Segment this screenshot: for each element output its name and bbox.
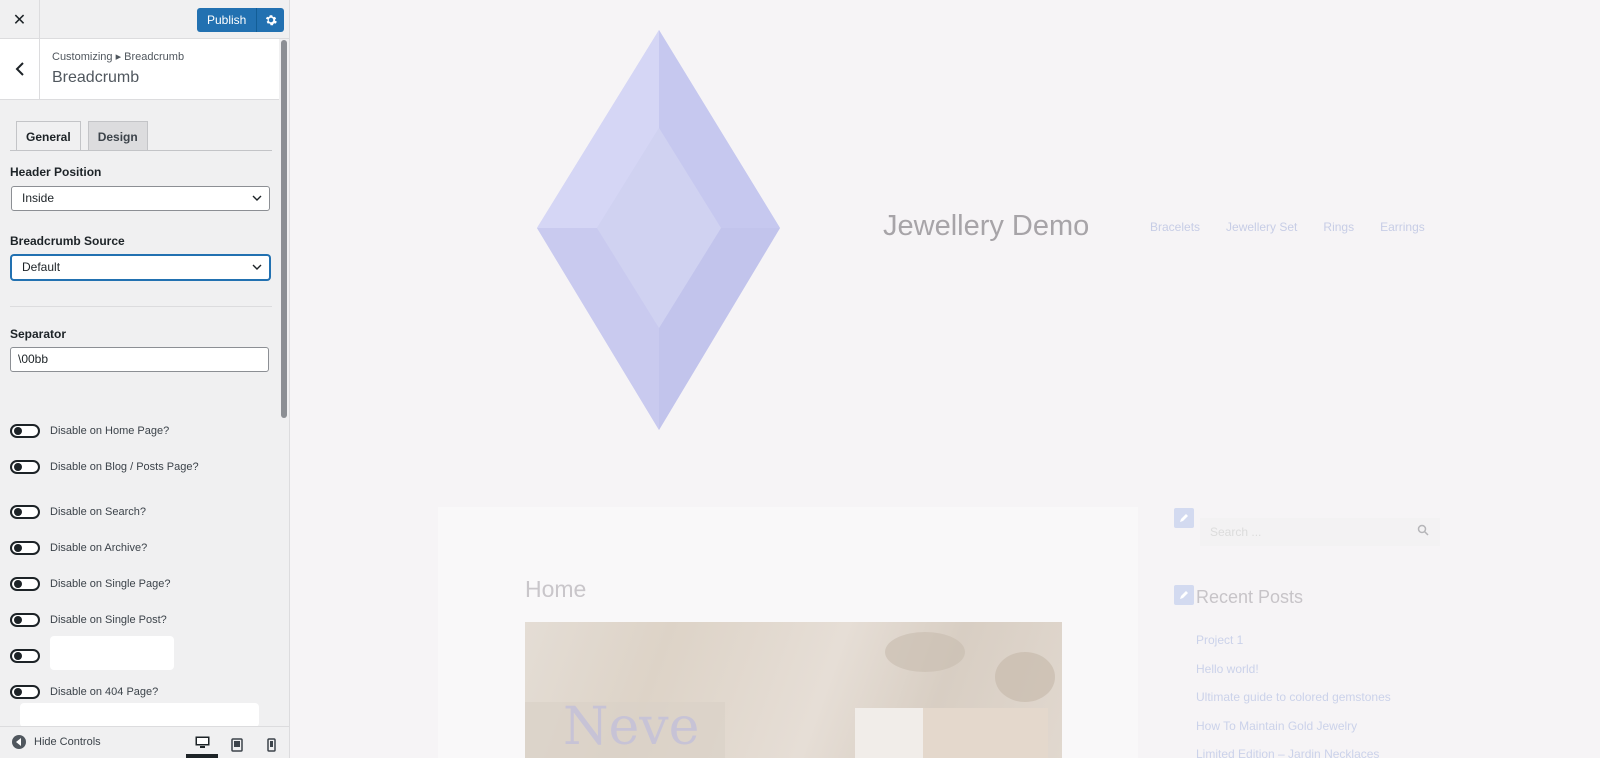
redacted-label — [50, 636, 174, 670]
sidebar-scrollbar[interactable] — [281, 40, 287, 418]
recent-post-link[interactable]: Ultimate guide to colored gemstones — [1196, 690, 1391, 719]
breadcrumb-source-label: Breadcrumb Source — [10, 234, 125, 248]
toggle-row-unlabeled — [10, 647, 50, 665]
toggle-label: Disable on Single Post? — [50, 614, 167, 626]
edit-widget-icon[interactable] — [1174, 585, 1194, 605]
toggle-switch[interactable] — [10, 649, 40, 663]
hero-image: Neve — [525, 622, 1062, 758]
customizer-breadcrumb: Customizing ▸ Breadcrumb — [52, 51, 185, 63]
toggle-row-404: Disable on 404 Page? — [10, 683, 158, 701]
close-customizer-button[interactable]: ✕ — [0, 0, 40, 39]
collapse-icon — [12, 735, 26, 749]
toggle-switch[interactable] — [10, 577, 40, 591]
toggle-row-single-page: Disable on Single Page? — [10, 575, 170, 593]
section-header: Customizing ▸ Breadcrumb Breadcrumb — [0, 39, 279, 100]
separator-input[interactable]: \00bb — [10, 347, 269, 372]
toggle-switch[interactable] — [10, 460, 40, 474]
customizer-sidebar: ✕ Publish Customizing ▸ Breadcrumb Bread… — [0, 0, 290, 758]
recent-post-link[interactable]: Project 1 — [1196, 633, 1391, 662]
hero-panel-photo — [923, 708, 1048, 758]
tab-general[interactable]: General — [16, 121, 81, 151]
breadcrumb-source-select[interactable]: Default — [11, 255, 270, 280]
breadcrumb-source-value: Default — [22, 260, 61, 274]
recent-post-link[interactable]: How To Maintain Gold Jewelry — [1196, 719, 1391, 748]
toggle-row-archive: Disable on Archive? — [10, 539, 147, 557]
publish-group: Publish — [197, 8, 285, 32]
toggle-switch[interactable] — [10, 685, 40, 699]
toggle-row-home: Disable on Home Page? — [10, 422, 169, 440]
hero-shape — [885, 632, 965, 672]
site-preview: Jewellery Demo Bracelets Jewellery Set R… — [290, 0, 1600, 758]
customizer-footer: Hide Controls — [0, 726, 289, 758]
mobile-preview-button[interactable] — [255, 731, 287, 758]
toggle-row-search: Disable on Search? — [10, 503, 146, 521]
recent-posts-list: Project 1 Hello world! Ultimate guide to… — [1196, 633, 1391, 758]
header-position-value: Inside — [22, 191, 55, 205]
toggle-label: Disable on Single Page? — [50, 578, 171, 590]
desktop-icon — [195, 736, 209, 748]
redacted-block — [20, 703, 259, 727]
recent-post-link[interactable]: Hello world! — [1196, 662, 1391, 691]
publish-settings-button[interactable] — [256, 8, 285, 32]
tab-divider — [10, 150, 272, 151]
nav-item-jewellery-set[interactable]: Jewellery Set — [1226, 220, 1297, 234]
chevron-left-icon — [15, 62, 24, 76]
hide-controls-label: Hide Controls — [34, 736, 101, 748]
separator-label: Separator — [10, 327, 67, 341]
toggle-switch[interactable] — [10, 613, 40, 627]
recent-posts-title: Recent Posts — [1196, 587, 1304, 607]
search-icon[interactable] — [1417, 524, 1429, 536]
chevron-down-icon — [252, 264, 262, 270]
toggle-label: Disable on 404 Page? — [50, 686, 159, 698]
primary-nav: Bracelets Jewellery Set Rings Earrings — [1150, 220, 1425, 234]
hero-text: Neve — [563, 697, 700, 757]
mobile-icon — [266, 737, 276, 752]
back-button[interactable] — [0, 39, 40, 99]
hero-shape — [995, 652, 1055, 702]
search-input[interactable]: Search ... — [1200, 518, 1440, 546]
tab-bar: General Design — [16, 121, 148, 151]
nav-item-bracelets[interactable]: Bracelets — [1150, 220, 1200, 234]
divider — [10, 306, 272, 307]
site-logo[interactable] — [535, 28, 785, 432]
header-position-label: Header Position — [10, 165, 102, 179]
chevron-down-icon — [252, 195, 262, 201]
desktop-preview-button[interactable] — [186, 731, 218, 758]
toggle-row-blog: Disable on Blog / Posts Page? — [10, 458, 199, 476]
close-icon: ✕ — [12, 11, 27, 29]
tablet-preview-button[interactable] — [221, 731, 253, 758]
section-title: Breadcrumb — [52, 69, 140, 86]
toggle-switch[interactable] — [10, 505, 40, 519]
tablet-icon — [231, 737, 243, 752]
nav-item-earrings[interactable]: Earrings — [1380, 220, 1425, 234]
toggle-row-single-post: Disable on Single Post? — [10, 611, 167, 629]
header-position-select[interactable]: Inside — [11, 186, 270, 211]
toggle-label: Disable on Home Page? — [50, 425, 170, 437]
toggle-label: Disable on Archive? — [50, 542, 148, 554]
gear-icon — [265, 15, 277, 26]
recent-post-link[interactable]: Limited Edition – Jardin Necklaces — [1196, 747, 1391, 758]
toggle-label: Disable on Blog / Posts Page? — [50, 461, 199, 473]
publish-button[interactable]: Publish — [197, 8, 257, 32]
nav-item-rings[interactable]: Rings — [1323, 220, 1354, 234]
toggle-label: Disable on Search? — [50, 506, 147, 518]
edit-widget-icon[interactable] — [1174, 508, 1194, 528]
toggle-switch[interactable] — [10, 541, 40, 555]
hide-controls-button[interactable]: Hide Controls — [12, 735, 101, 749]
tab-design[interactable]: Design — [87, 121, 148, 151]
page-title: Home — [525, 576, 587, 602]
toggle-switch[interactable] — [10, 424, 40, 438]
site-title[interactable]: Jewellery Demo — [883, 210, 1089, 243]
customizer-header: ✕ Publish — [0, 0, 289, 39]
